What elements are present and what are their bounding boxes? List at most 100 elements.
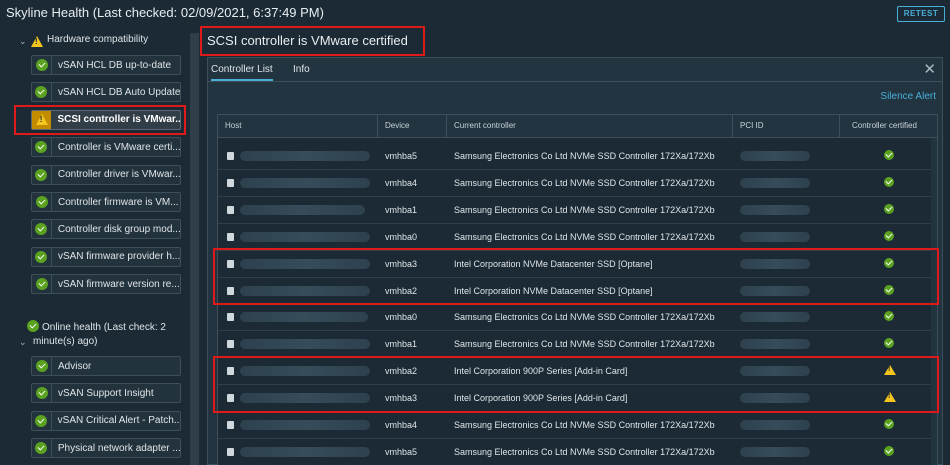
chevron-down-icon[interactable]: ⌄ <box>19 36 27 47</box>
table-row[interactable]: vmhba1 Samsung Electronics Co Ltd NVMe SS… <box>218 197 937 224</box>
tree-item[interactable]: vSAN HCL DB Auto Update <box>31 82 181 103</box>
host-name-redacted <box>240 285 370 296</box>
host-icon <box>227 152 234 160</box>
host-icon <box>227 286 234 295</box>
table-row[interactable]: vmhba1 Samsung Electronics Co Ltd NVMe SS… <box>218 331 937 359</box>
check-circle-icon <box>884 311 894 322</box>
tree-item-label: Advisor <box>58 360 92 372</box>
device-cell: vmhba0 <box>385 312 418 323</box>
table-scrollbar[interactable] <box>931 138 937 465</box>
check-circle-icon <box>884 176 894 187</box>
pci-id-redacted <box>740 339 810 350</box>
host-name-redacted <box>240 366 370 377</box>
controller-cell: Intel Corporation 900P Series [Add-in Ca… <box>454 366 628 377</box>
sidebar-scrollbar[interactable] <box>190 33 199 465</box>
host-name-redacted <box>240 151 370 161</box>
warning-icon <box>32 110 52 129</box>
table-row[interactable]: vmhba5 Samsung Electronics Co Ltd NVMe SS… <box>218 439 937 465</box>
host-icon <box>227 232 234 241</box>
column-header-controller-certified[interactable]: Controller certified <box>840 115 937 137</box>
pci-id-redacted <box>740 366 810 377</box>
tree-item-label: SCSI controller is VMwar... <box>57 114 180 126</box>
host-name-redacted <box>240 177 370 188</box>
pci-id-redacted <box>740 446 810 457</box>
table-row[interactable]: vmhba2 Intel Corporation 900P Series [Add… <box>218 358 937 386</box>
controller-cell: Samsung Electronics Co Ltd NVMe SSD Cont… <box>454 151 715 161</box>
check-circle-icon <box>884 284 894 295</box>
pci-id-redacted <box>740 151 810 161</box>
check-circle-icon <box>884 338 894 349</box>
column-header-device[interactable]: Device <box>378 115 447 137</box>
device-cell: vmhba5 <box>385 446 418 457</box>
tree-item[interactable]: vSAN Support Insight <box>31 383 181 404</box>
check-circle-icon <box>884 203 894 214</box>
warning-icon <box>31 34 43 52</box>
tree-item-label: vSAN Support Insight <box>58 387 154 399</box>
host-icon <box>227 205 234 214</box>
controller-cell: Intel Corporation NVMe Datacenter SSD [O… <box>454 258 653 269</box>
check-circle-icon <box>884 230 894 241</box>
check-circle-icon <box>32 275 52 294</box>
online-health-label-line1: Online health (Last check: 2 <box>42 322 166 333</box>
table-row[interactable]: vmhba0 Samsung Electronics Co Ltd NVMe SS… <box>218 304 937 332</box>
device-cell: vmhba0 <box>385 231 418 242</box>
retest-button[interactable]: RETEST <box>897 6 945 22</box>
tree-item[interactable]: vSAN firmware provider h... <box>31 246 181 267</box>
tree-item[interactable]: Advisor <box>31 356 181 376</box>
tree-item[interactable]: vSAN Critical Alert - Patch... <box>31 410 181 431</box>
check-circle-icon <box>32 411 52 430</box>
table-row[interactable]: vmhba3 Intel Corporation 900P Series [Add… <box>218 385 937 413</box>
host-icon <box>227 447 234 456</box>
check-circle-icon <box>32 220 52 239</box>
pci-id-redacted <box>740 285 810 296</box>
silence-alert-link[interactable]: Silence Alert <box>880 91 936 102</box>
check-circle-icon <box>32 165 52 184</box>
table-row[interactable]: vmhba3 Intel Corporation NVMe Datacenter … <box>218 251 937 278</box>
pci-id-redacted <box>740 420 810 430</box>
close-icon[interactable]: ✕ <box>923 60 936 78</box>
controller-cell: Samsung Electronics Co Ltd NVMe SSD Cont… <box>454 177 715 188</box>
tree-item[interactable]: Controller is VMware certi... <box>31 137 181 158</box>
check-circle-icon <box>32 83 52 102</box>
device-cell: vmhba2 <box>385 285 418 296</box>
column-header-current-controller[interactable]: Current controller <box>447 115 733 137</box>
tree-item-label: Controller is VMware certi... <box>57 141 180 153</box>
tree-item[interactable]: Controller firmware is VM... <box>31 192 181 212</box>
host-name-redacted <box>240 204 365 215</box>
pci-id-redacted <box>740 312 810 323</box>
device-cell: vmhba2 <box>385 366 418 377</box>
tree-item[interactable]: vSAN HCL DB up-to-date <box>31 55 181 75</box>
check-circle-icon <box>32 138 52 157</box>
section-online-health[interactable]: Online health (Last check: 2 <box>27 320 166 333</box>
column-header-pci-id[interactable]: PCI ID <box>733 115 840 137</box>
tab-info[interactable]: Info <box>293 64 310 75</box>
pci-id-redacted <box>740 393 810 404</box>
table-row[interactable]: vmhba0 Samsung Electronics Co Ltd NVMe SS… <box>218 224 937 251</box>
section-hardware-compatibility[interactable]: Hardware compatibility <box>47 34 148 45</box>
table-row[interactable]: vmhba4 Samsung Electronics Co Ltd NVMe SS… <box>218 170 937 197</box>
controller-cell: Samsung Electronics Co Ltd NVMe SSD Cont… <box>454 312 715 323</box>
device-cell: vmhba1 <box>385 204 418 215</box>
check-circle-icon <box>27 320 39 332</box>
column-header-host[interactable]: Host <box>218 115 378 137</box>
tree-item-label: vSAN HCL DB Auto Update <box>57 86 180 98</box>
tree-item[interactable]: SCSI controller is VMwar... <box>31 109 181 130</box>
top-bar: Skyline Health (Last checked: 02/09/2021… <box>0 0 950 28</box>
tree-item[interactable]: Controller disk group mod... <box>31 219 181 240</box>
host-icon <box>227 394 234 403</box>
tree-item[interactable]: vSAN firmware version re... <box>31 274 181 295</box>
table-row[interactable]: vmhba4 Samsung Electronics Co Ltd NVMe SS… <box>218 412 937 439</box>
host-name-redacted <box>240 312 368 323</box>
table-row[interactable]: vmhba5 Samsung Electronics Co Ltd NVMe SS… <box>218 143 937 170</box>
table-row[interactable]: vmhba2 Intel Corporation NVMe Datacenter … <box>218 278 937 305</box>
tree-item-label: vSAN Critical Alert - Patch... <box>57 415 180 427</box>
host-name-redacted <box>240 231 370 242</box>
check-circle-icon <box>884 257 894 268</box>
tree-item[interactable]: Controller driver is VMwar... <box>31 164 181 185</box>
tree-item[interactable]: Physical network adapter ... <box>31 438 181 459</box>
pci-id-redacted <box>740 231 810 242</box>
chevron-down-icon[interactable]: ⌄ <box>19 337 27 348</box>
controller-cell: Samsung Electronics Co Ltd NVMe SSD Cont… <box>454 446 715 457</box>
check-circle-icon <box>32 247 52 266</box>
tab-controller-list[interactable]: Controller List <box>211 64 273 81</box>
